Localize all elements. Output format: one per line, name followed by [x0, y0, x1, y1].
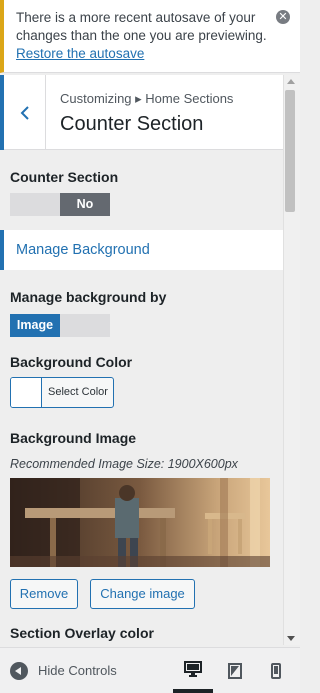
section-overlay-color-label: Section Overlay color	[10, 625, 154, 641]
mobile-icon	[271, 662, 281, 679]
scroll-down-arrow-icon[interactable]	[287, 636, 295, 641]
mobile-preview-button[interactable]	[256, 648, 296, 693]
image-size-hint: Recommended Image Size: 1900X600px	[10, 457, 238, 471]
background-color-label: Background Color	[10, 354, 133, 370]
scrollbar-thumb[interactable]	[285, 90, 295, 212]
breadcrumb: Customizing ▸ Home Sections	[60, 91, 234, 106]
customizer-footer: Hide Controls	[0, 647, 300, 693]
counter-section-label: Counter Section	[10, 169, 119, 185]
manage-background-panel[interactable]: Manage Background	[0, 230, 283, 270]
section-header: Customizing ▸ Home Sections Counter Sect…	[0, 75, 283, 150]
background-image-preview	[10, 478, 270, 567]
desktop-icon	[184, 660, 202, 677]
restore-autosave-link[interactable]: Restore the autosave	[16, 45, 270, 62]
change-image-button[interactable]: Change image	[90, 579, 195, 609]
dismiss-notice-icon[interactable]: ✕	[276, 10, 290, 24]
scroll-up-arrow-icon[interactable]	[287, 79, 295, 84]
manage-background-by-toggle[interactable]: Image	[10, 314, 110, 337]
autosave-notice: There is a more recent autosave of your …	[0, 0, 300, 73]
toggle-value: No	[60, 193, 110, 216]
back-button[interactable]	[0, 75, 46, 150]
select-color-button[interactable]: Select Color	[10, 377, 114, 408]
page-title: Counter Section	[60, 113, 204, 135]
hide-controls-button[interactable]: Hide Controls	[10, 648, 117, 693]
hide-controls-label: Hide Controls	[38, 663, 117, 678]
tablet-preview-button[interactable]	[215, 648, 255, 693]
background-image-label: Background Image	[10, 430, 137, 446]
color-swatch	[11, 378, 42, 407]
select-color-label: Select Color	[48, 386, 108, 398]
autosave-notice-text: There is a more recent autosave of your …	[16, 10, 267, 43]
collapse-arrow-icon	[10, 661, 28, 680]
remove-image-button[interactable]: Remove	[10, 579, 78, 609]
toggle-value: Image	[10, 314, 60, 337]
tablet-icon	[228, 662, 242, 679]
desktop-preview-button[interactable]	[173, 648, 213, 693]
manage-background-by-label: Manage background by	[10, 289, 167, 305]
counter-section-toggle[interactable]: No	[10, 193, 110, 216]
chevron-left-icon	[20, 105, 29, 120]
